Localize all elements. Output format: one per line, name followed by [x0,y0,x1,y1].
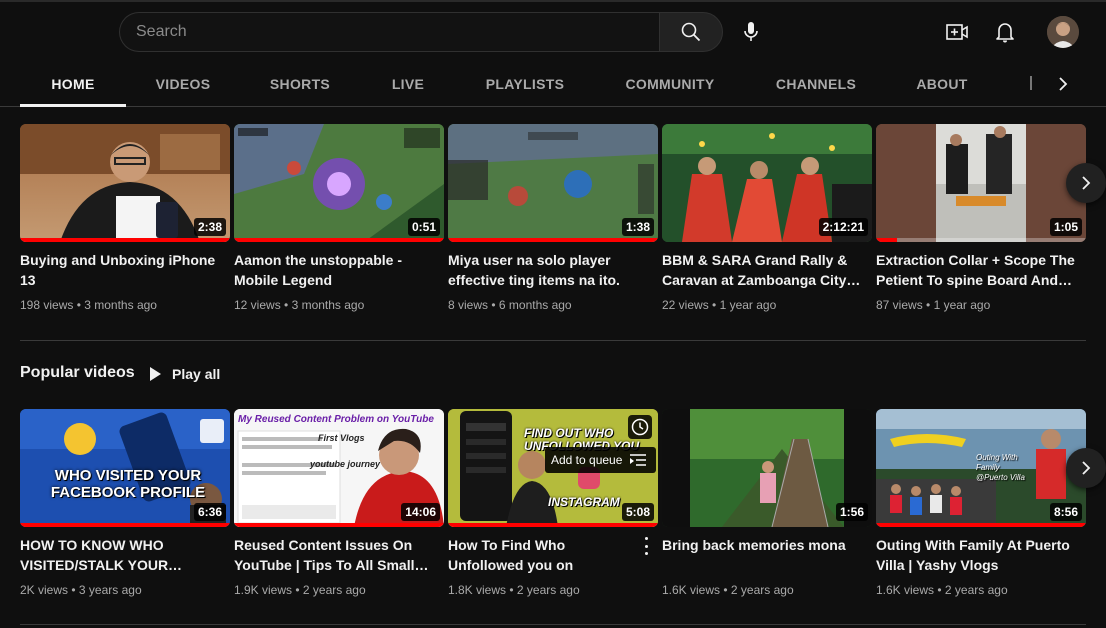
add-to-queue-button[interactable]: Add to queue [545,447,657,473]
notifications-bell-icon [996,23,1014,43]
video-meta: 1.8K views • 2 years ago [448,583,580,597]
video-thumbnail[interactable]: 1:05 [876,124,1086,242]
shelf-scroll-right-button[interactable] [1066,448,1106,488]
voice-search-button[interactable] [738,19,764,45]
video-title[interactable]: HOW TO KNOW WHO VISITED/STALK YOUR… [20,535,230,575]
watch-progress-bar [20,238,230,242]
video-thumbnail[interactable]: 1:56 [662,409,872,527]
play-all-label: Play all [172,366,221,382]
video-meta: 2K views • 3 years ago [20,583,142,597]
thumbnail-overlay-text: WHO VISITED YOUR FACEBOOK PROFILE [50,467,206,501]
video-meta: 1.9K views • 2 years ago [234,583,366,597]
mic-icon [744,22,758,41]
add-to-queue-label: Add to queue [551,453,623,467]
video-meta: 1.6K views • 2 years ago [876,583,1008,597]
video-thumbnail[interactable]: 2:38 [20,124,230,242]
video-title[interactable]: Buying and Unboxing iPhone 13 [20,250,230,290]
video-title[interactable]: Bring back memories mona [662,535,872,575]
watch-progress-bar [234,523,444,527]
video-meta: 87 views • 1 year ago [876,298,991,312]
video-meta: 22 views • 1 year ago [662,298,777,312]
recent-videos-shelf: 2:38 Buying and Unboxing iPhone 13 198 v… [20,124,1086,324]
video-duration: 2:12:21 [818,218,868,236]
queue-icon [630,454,647,466]
create-video-icon [946,24,968,40]
video-thumbnail[interactable]: Outing With Family @Puerto Villa 8:56 [876,409,1086,527]
watch-progress-bar [448,238,658,242]
video-title[interactable]: Extraction Collar + Scope The Petient To… [876,250,1086,290]
thumbnail-overlay-text: First Vlogs [318,433,365,443]
tab-community[interactable]: COMMUNITY [612,62,728,106]
search-icon [681,22,701,42]
tab-playlists[interactable]: PLAYLISTS [470,62,580,106]
chevron-right-icon [1082,176,1091,190]
video-title[interactable]: Miya user na solo player effective ting … [448,250,658,290]
notifications-button[interactable] [992,19,1018,45]
clock-icon [631,418,649,436]
video-duration: 5:08 [621,503,654,521]
tab-home[interactable]: HOME [20,62,126,107]
video-meta: 12 views • 3 months ago [234,298,365,312]
tab-about[interactable]: ABOUT [904,62,980,106]
tab-shorts[interactable]: SHORTS [256,62,344,106]
shelf-scroll-right-button[interactable] [1066,163,1106,203]
tab-channels[interactable]: CHANNELS [762,62,870,106]
watch-progress-bar [234,238,444,242]
more-actions-icon[interactable] [640,537,652,555]
section-title[interactable]: Popular videos [20,364,135,382]
video-meta: 8 views • 6 months ago [448,298,572,312]
channel-tabs: HOME VIDEOS SHORTS LIVE PLAYLISTS COMMUN… [0,62,1106,107]
watch-progress-bar [448,523,658,527]
video-thumbnail[interactable]: FIND OUT WHO UNFOLLOWED YOU INSTAGRAM Ad… [448,409,658,527]
watch-later-button[interactable] [628,415,652,439]
chevron-right-icon [1082,461,1091,475]
section-divider [20,340,1086,341]
video-duration: 14:06 [401,503,440,521]
play-icon [150,367,161,381]
video-title[interactable]: Outing With Family At Puerto Villa | Yas… [876,535,1086,575]
video-duration: 1:56 [835,503,868,521]
chevron-right-icon [1059,77,1068,91]
play-all-button[interactable]: Play all [148,364,220,384]
video-duration: 0:51 [407,218,440,236]
search-box[interactable] [119,12,660,52]
popular-videos-shelf: WHO VISITED YOUR FACEBOOK PROFILE 6:36 H… [20,409,1086,609]
thumbnail-overlay-text: My Reused Content Problem on YouTube [238,414,434,425]
avatar[interactable] [1047,16,1079,48]
tab-search-icon-partial[interactable] [1030,76,1036,90]
tab-videos[interactable]: VIDEOS [142,62,224,106]
video-title[interactable]: How To Find Who Unfollowed you on Instag… [448,535,634,575]
search-button[interactable] [659,12,723,52]
video-duration: 1:05 [1049,218,1082,236]
tabs-scroll-right-button[interactable] [1050,70,1076,98]
avatar-image [1047,16,1079,48]
video-thumbnail[interactable]: My Reused Content Problem on YouTube Fir… [234,409,444,527]
video-title[interactable]: Reused Content Issues On YouTube | Tips … [234,535,444,575]
thumbnail-overlay-text: youtube journey [310,459,381,469]
watch-progress-bar [876,523,1086,527]
create-button[interactable] [944,19,970,45]
video-title[interactable]: Aamon the unstoppable - Mobile Legend [234,250,444,290]
video-duration: 1:38 [621,218,654,236]
video-duration: 8:56 [1049,503,1082,521]
video-thumbnail[interactable]: 2:12:21 [662,124,872,242]
video-meta: 198 views • 3 months ago [20,298,157,312]
watch-progress-bar [876,238,897,242]
search-input[interactable] [120,13,660,51]
thumbnail-overlay-text: Outing With Family @Puerto Villa [976,453,1025,482]
thumbnail-overlay-text: INSTAGRAM [548,495,620,509]
watch-progress-bar [20,523,230,527]
section-divider [20,624,1086,625]
video-duration: 6:36 [193,503,226,521]
top-bar [0,0,1106,62]
video-title[interactable]: BBM & SARA Grand Rally & Caravan at Zamb… [662,250,872,290]
video-duration: 2:38 [193,218,226,236]
tab-live[interactable]: LIVE [380,62,436,106]
video-thumbnail[interactable]: 0:51 [234,124,444,242]
video-thumbnail[interactable]: 1:38 [448,124,658,242]
video-thumbnail[interactable]: WHO VISITED YOUR FACEBOOK PROFILE 6:36 [20,409,230,527]
video-meta: 1.6K views • 2 years ago [662,583,794,597]
